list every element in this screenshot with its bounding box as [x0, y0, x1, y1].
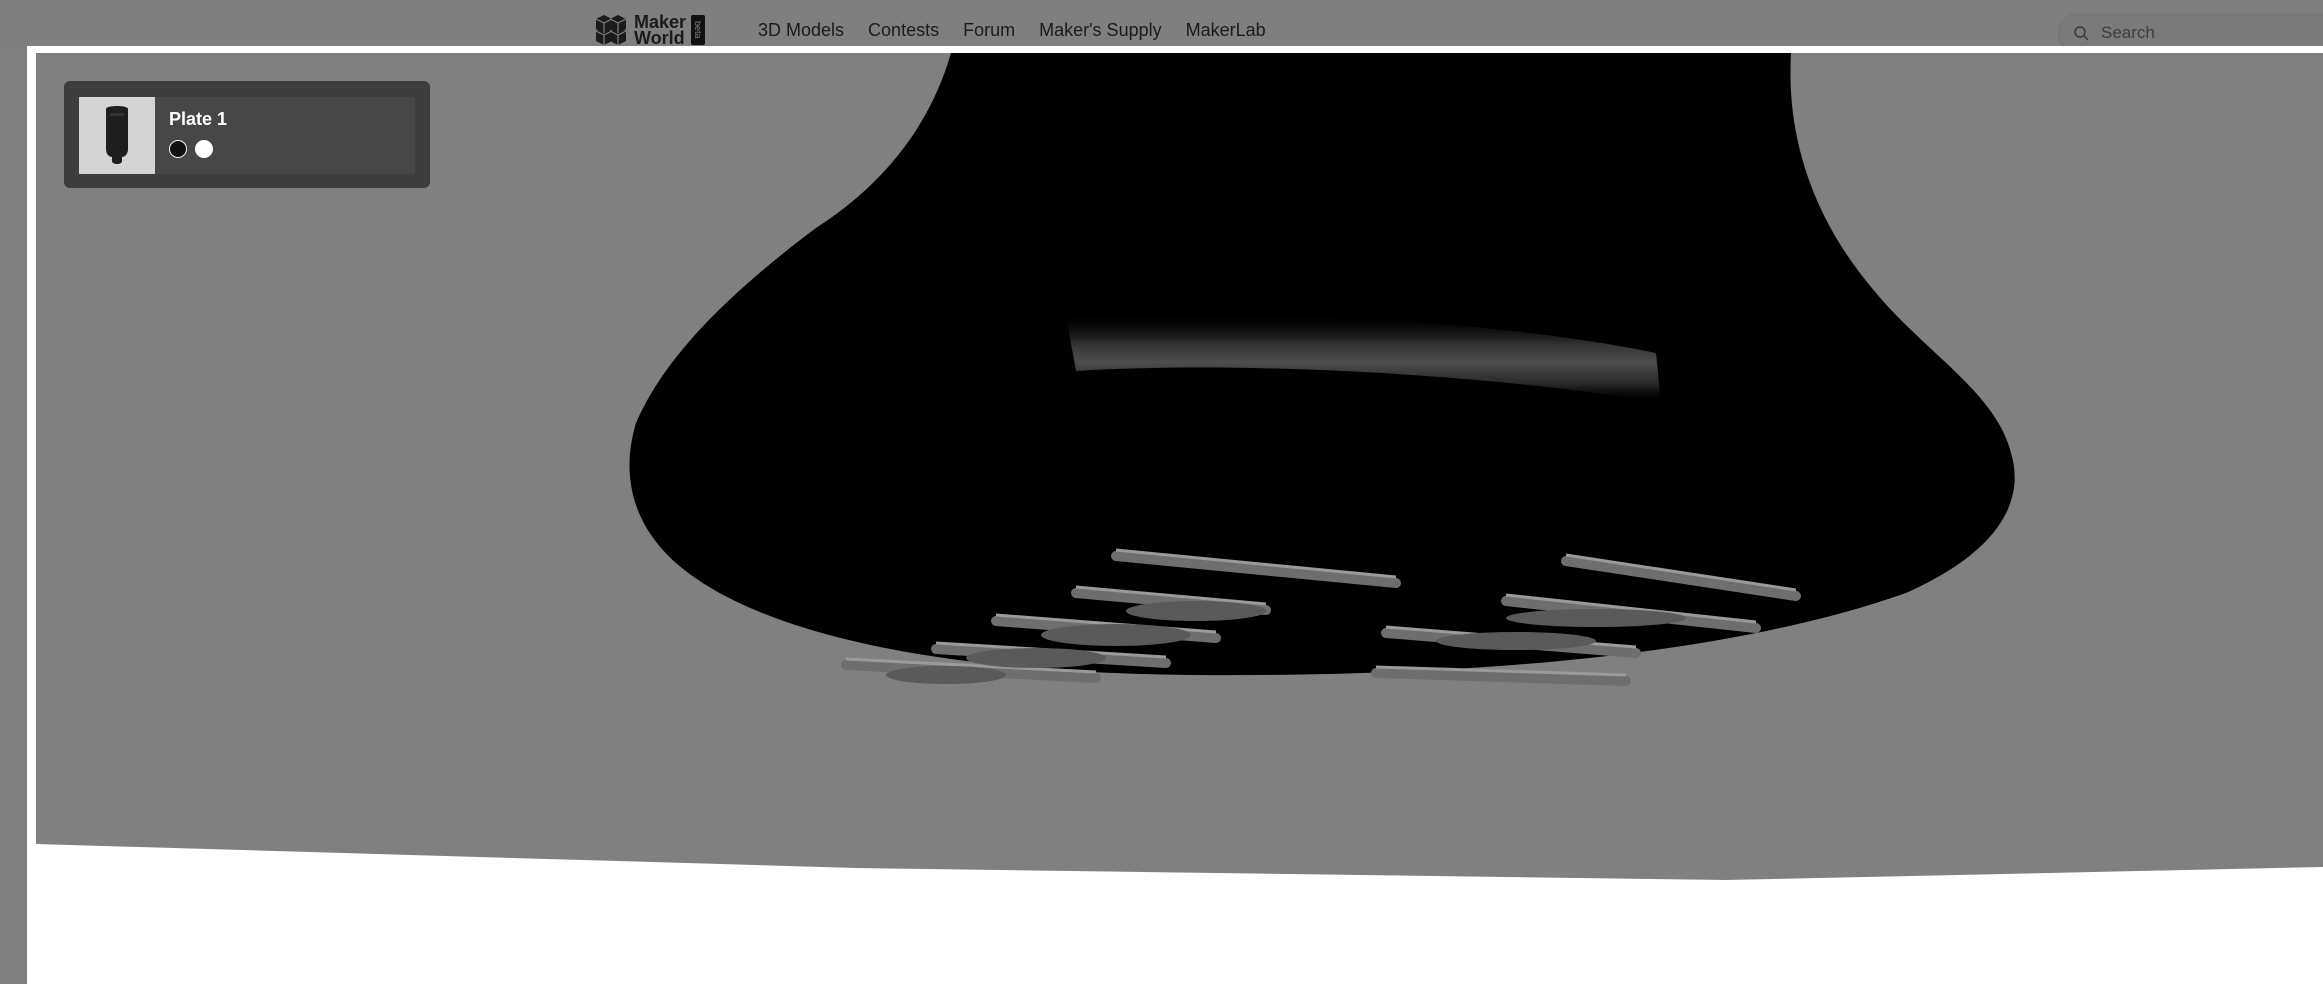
search-input[interactable]	[2099, 22, 2303, 44]
logo-cubes-icon	[595, 15, 627, 45]
filament-color-swatch	[169, 140, 187, 158]
main-nav: 3D Models Contests Forum Maker's Supply …	[758, 20, 1290, 41]
search-icon	[2074, 26, 2089, 41]
logo-beta-badge: beta	[691, 15, 706, 45]
plate-title: Plate 1	[169, 109, 228, 129]
plate-item[interactable]: Plate 1	[79, 97, 415, 174]
nav-makers-supply[interactable]: Maker's Supply	[1039, 20, 1161, 41]
top-navigation-bar: Maker World beta 3D Models Contests Foru…	[0, 0, 2323, 52]
nav-makerlab[interactable]: MakerLab	[1186, 20, 1266, 41]
nav-3d-models[interactable]: 3D Models	[758, 20, 844, 41]
model-thumbnail-icon	[106, 105, 128, 164]
logo-wordmark: Maker World	[634, 12, 687, 48]
plate-selector-card: Plate 1	[64, 81, 430, 188]
makerworld-logo[interactable]: Maker World beta	[594, 12, 706, 48]
filament-color-list	[169, 140, 227, 158]
filament-color-swatch	[195, 140, 213, 158]
nav-forum[interactable]: Forum	[963, 20, 1015, 41]
nav-contests[interactable]: Contests	[868, 20, 939, 41]
plate-thumbnail	[79, 97, 155, 174]
